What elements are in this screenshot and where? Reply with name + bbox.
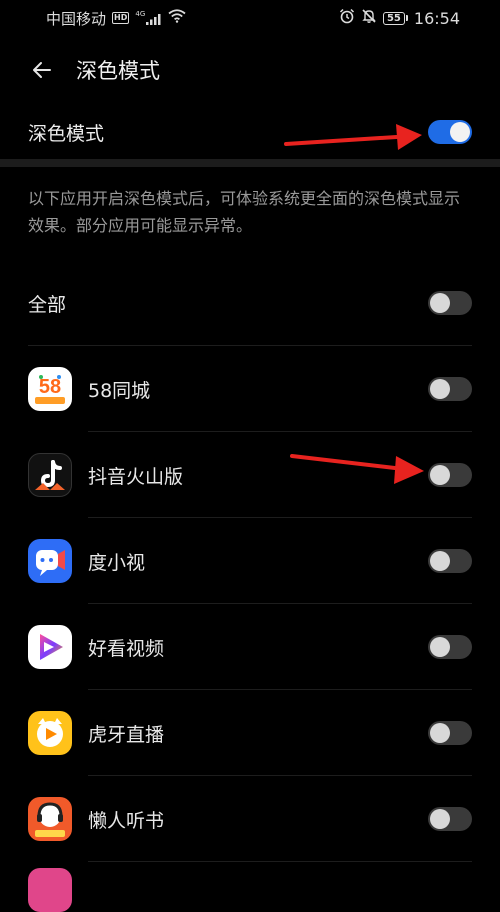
toggle-knob: [430, 379, 450, 399]
app-toggle-haokan-video[interactable]: [428, 635, 472, 659]
app-toggle-du-xiaoshi[interactable]: [428, 549, 472, 573]
app-toggle-wrap: [428, 549, 472, 573]
app-toggle-wrap: [428, 463, 472, 487]
app-toggle-wrap: [428, 377, 472, 401]
app-label: 虎牙直播: [88, 723, 165, 746]
alarm-icon: [339, 8, 355, 28]
app-toggle-wrap: [428, 721, 472, 745]
status-bar: 中国移动 HD 4G 55 16:54: [0, 0, 500, 36]
app-row-douyin-huoshan[interactable]: 抖音火山版: [0, 432, 500, 518]
app-toggle-58-tongcheng[interactable]: [428, 377, 472, 401]
page-title: 深色模式: [76, 59, 160, 83]
network-type: 4G: [135, 10, 146, 18]
wifi-icon: [168, 9, 186, 27]
app-label: 度小视: [88, 551, 146, 574]
douyin-huoshan-icon: [28, 453, 72, 497]
app-row-haokan-video[interactable]: 好看视频: [0, 604, 500, 690]
app-label: 58同城: [88, 379, 151, 402]
hd-badge: HD: [112, 12, 130, 24]
app-row-lanren-tingshu[interactable]: 懒人听书: [0, 776, 500, 862]
all-apps-label: 全部: [28, 293, 67, 316]
section-divider: [0, 159, 500, 167]
carrier-name: 中国移动: [46, 9, 107, 28]
all-apps-row[interactable]: 全部: [0, 260, 500, 346]
app-row-huya-live[interactable]: 虎牙直播: [0, 690, 500, 776]
dark-mode-master-row[interactable]: 深色模式: [0, 106, 500, 158]
battery-tip: [405, 15, 408, 21]
app-label: 抖音火山版: [88, 465, 184, 488]
toggle-knob: [430, 293, 450, 313]
battery-icon: 55: [382, 11, 408, 25]
back-arrow-icon: [33, 62, 51, 78]
page-header: 深色模式: [0, 44, 500, 96]
dark-mode-master-toggle[interactable]: [428, 120, 472, 144]
app-label: 懒人听书: [88, 809, 165, 832]
dark-mode-master-label: 深色模式: [28, 122, 105, 145]
app-toggle-douyin-huoshan[interactable]: [428, 463, 472, 487]
app-toggle-wrap: [428, 635, 472, 659]
all-apps-toggle-wrap: [428, 291, 472, 315]
toggle-knob: [430, 637, 450, 657]
back-button[interactable]: [22, 50, 62, 90]
58-icon-text: 58: [39, 376, 61, 398]
app-toggle-huya-live[interactable]: [428, 721, 472, 745]
clock-time: 16:54: [413, 8, 460, 28]
toggle-knob: [430, 723, 450, 743]
app-list: 全部 58 58同城 抖音火山版 度小视 好看视频 虎牙直播 懒人听书: [0, 260, 500, 912]
app-row-partial[interactable]: [0, 862, 500, 912]
battery-level: 55: [382, 11, 405, 25]
huya-live-icon: [28, 711, 72, 755]
app-row-58-tongcheng[interactable]: 58 58同城: [0, 346, 500, 432]
app-label: 好看视频: [88, 637, 165, 660]
toggle-knob: [430, 551, 450, 571]
app-toggle-lanren-tingshu[interactable]: [428, 807, 472, 831]
app-toggle-wrap: [428, 807, 472, 831]
du-xiaoshi-icon: [28, 539, 72, 583]
status-bar-right: 55 16:54: [339, 8, 460, 28]
all-apps-toggle[interactable]: [428, 291, 472, 315]
dark-mode-description: 以下应用开启深色模式后，可体验系统更全面的深色模式显示效果。部分应用可能显示异常…: [28, 189, 461, 235]
haokan-video-icon: [28, 625, 72, 669]
lanren-tingshu-icon: [28, 797, 72, 841]
app-row-du-xiaoshi[interactable]: 度小视: [0, 518, 500, 604]
toggle-knob: [430, 465, 450, 485]
mute-bell-icon: [361, 8, 377, 28]
toggle-knob: [430, 809, 450, 829]
signal-icon: 4G: [135, 11, 162, 25]
status-bar-left: 中国移动 HD 4G: [46, 8, 186, 29]
toggle-knob: [450, 122, 470, 142]
app-icon-partial: [28, 868, 72, 912]
58-tongcheng-icon: 58: [28, 367, 72, 411]
